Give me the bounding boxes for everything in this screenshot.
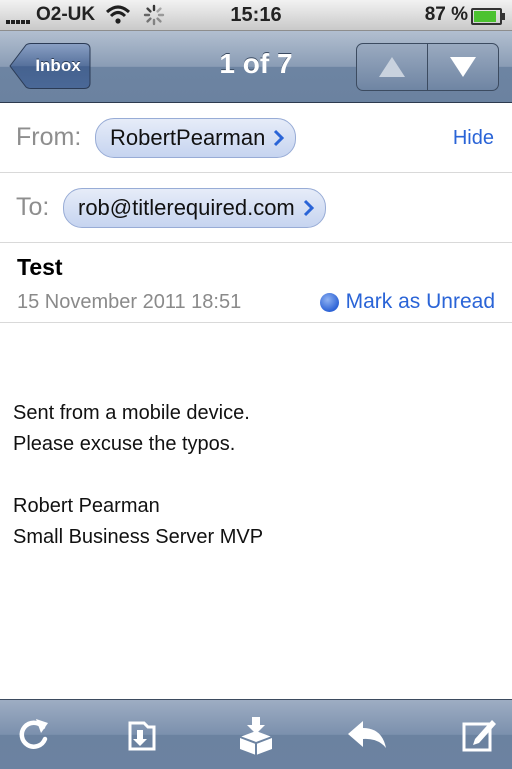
reply-icon <box>348 721 386 748</box>
move-button[interactable] <box>120 713 164 757</box>
battery-icon <box>471 8 505 25</box>
previous-message-button[interactable] <box>357 44 427 90</box>
recipient-address: rob@titlerequired.com <box>78 195 295 220</box>
message-body: Sent from a mobile device. Please excuse… <box>13 398 263 553</box>
up-arrow-icon <box>379 57 405 77</box>
sender-name: RobertPearman <box>110 125 266 150</box>
message-subject: Test <box>17 254 63 280</box>
mark-as-unread-button[interactable]: Mark as Unread <box>319 290 495 314</box>
status-bar: O2-UK 15:16 87 % <box>0 0 512 31</box>
recipient-chip[interactable]: rob@titlerequired.com <box>63 188 326 228</box>
next-message-button[interactable] <box>427 44 498 90</box>
body-spacer <box>13 460 263 491</box>
from-label: From: <box>16 123 82 151</box>
message-date: 15 November 2011 18:51 <box>17 291 242 313</box>
chevron-right-icon <box>274 129 285 147</box>
sender-chip[interactable]: RobertPearman <box>95 118 297 158</box>
unread-dot-icon <box>319 292 339 312</box>
from-row: From: RobertPearman Hide <box>0 103 512 173</box>
navigation-bar: Inbox 1 of 7 <box>0 31 512 103</box>
archive-icon <box>239 717 273 755</box>
move-folder-icon <box>128 721 156 751</box>
refresh-icon <box>19 719 48 749</box>
to-label: To: <box>16 193 50 221</box>
compose-button[interactable] <box>457 713 501 757</box>
message-navigation-control <box>356 43 499 91</box>
hide-details-link[interactable]: Hide <box>453 127 494 150</box>
battery-percentage: 87 % <box>424 4 468 25</box>
down-arrow-icon <box>450 57 476 77</box>
archive-button[interactable] <box>234 713 278 757</box>
body-line: Sent from a mobile device. <box>13 402 250 424</box>
body-line: Small Business Server MVP <box>13 526 264 548</box>
to-row: To: rob@titlerequired.com <box>0 173 512 243</box>
bottom-toolbar <box>0 699 512 769</box>
refresh-button[interactable] <box>12 713 56 757</box>
body-line: Please excuse the typos. <box>13 433 236 455</box>
mark-as-unread-label: Mark as Unread <box>345 290 495 313</box>
reply-button[interactable] <box>345 713 389 757</box>
compose-icon <box>462 720 496 752</box>
chevron-right-icon <box>303 199 314 217</box>
body-line: Robert Pearman <box>13 495 160 517</box>
